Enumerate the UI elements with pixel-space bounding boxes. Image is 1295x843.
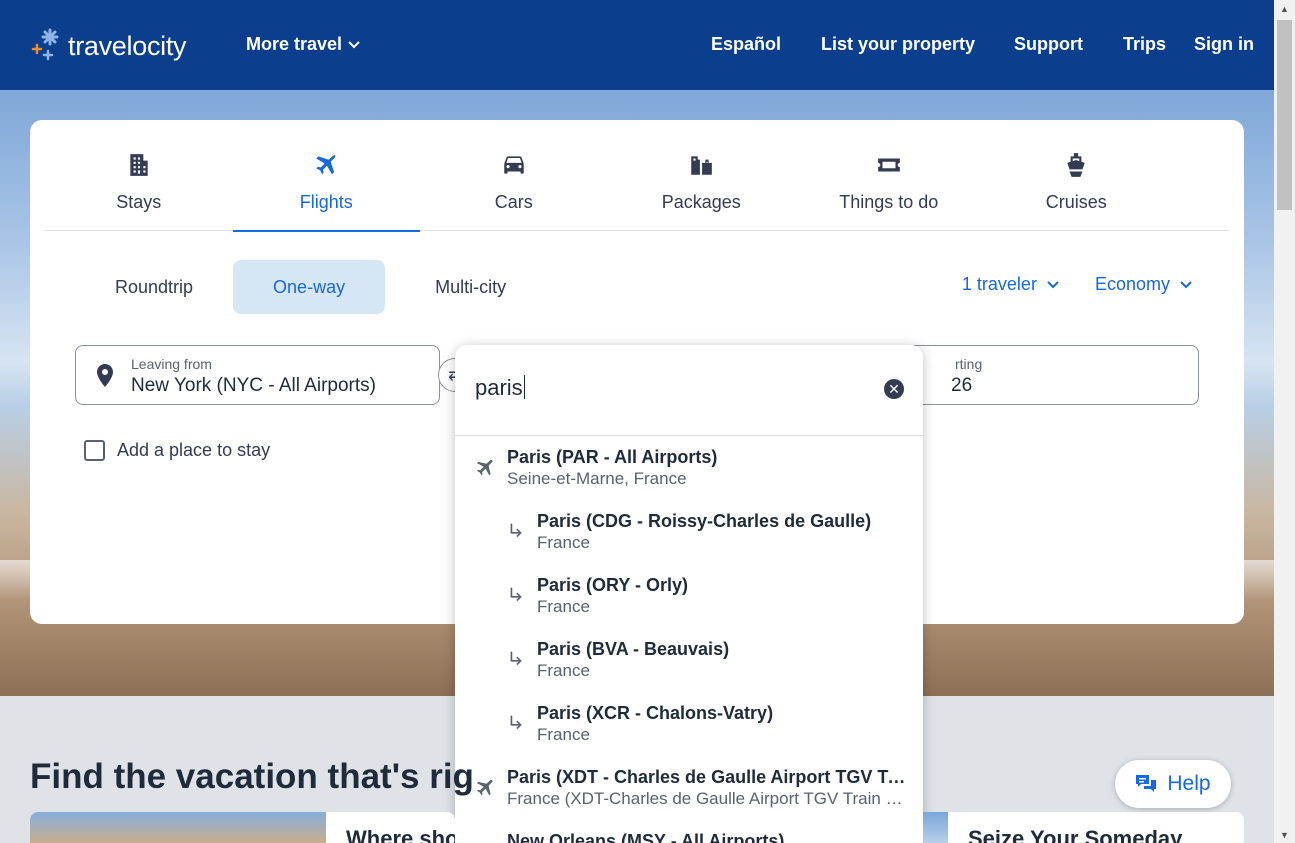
suggestion-item[interactable]: Paris (XDT - Charles de Gaulle Airport T… — [455, 756, 923, 820]
promo-image — [30, 812, 326, 843]
help-button[interactable]: Help — [1115, 760, 1231, 808]
close-icon: ✕ — [888, 380, 900, 397]
trip-multi-city[interactable]: Multi-city — [405, 260, 536, 314]
cabin-label: Economy — [1094, 274, 1170, 294]
tab-label: Cars — [494, 192, 533, 212]
car-icon — [504, 156, 524, 174]
chevron-down-icon — [1180, 280, 1192, 288]
building-icon — [130, 154, 148, 176]
suggestion-subtitle: France — [537, 597, 590, 616]
leaving-from-field[interactable]: Leaving from New York (NYC - All Airport… — [75, 345, 440, 405]
subdirectory-arrow-icon — [510, 715, 522, 730]
subdirectory-arrow-icon — [510, 523, 522, 538]
scroll-up-arrow-icon[interactable]: ▲ — [1274, 0, 1295, 17]
help-label: Help — [1167, 772, 1211, 795]
suggestion-item[interactable]: Paris (PAR - All Airports) Seine-et-Marn… — [455, 436, 923, 500]
tab-flights[interactable]: Flights — [232, 120, 421, 232]
suggestion-subtitle: Seine-et-Marne, France — [507, 469, 687, 488]
more-travel-label: More travel — [246, 34, 343, 54]
leaving-from-value: New York (NYC - All Airports) — [131, 375, 376, 396]
tab-things-to-do[interactable]: Things to do — [795, 120, 983, 231]
tab-label: Stays — [116, 192, 162, 212]
header-nav: Español List your property Support Trips… — [711, 34, 1254, 55]
passenger-options: 1 traveler Economy — [962, 274, 1192, 295]
plane-icon — [316, 154, 336, 175]
departing-date-field[interactable]: rting 26 — [890, 345, 1199, 405]
nav-espanol[interactable]: Español — [711, 34, 781, 55]
find-vacation-heading: Find the vacation that's rig — [30, 757, 474, 796]
going-to-input[interactable]: paris — [475, 375, 525, 401]
luggage-icon — [691, 156, 713, 175]
nav-support[interactable]: Support — [1014, 34, 1083, 55]
scroll-thumb[interactable] — [1277, 20, 1292, 210]
trip-roundtrip[interactable]: Roundtrip — [85, 260, 223, 314]
tab-label: Things to do — [839, 192, 939, 212]
tab-stays[interactable]: Stays — [45, 120, 233, 231]
tab-label: Flights — [299, 192, 353, 212]
promo-title: Seize Your Someday — [968, 826, 1183, 843]
suggestion-subtitle: France (XDT-Charles de Gaulle Airport TG… — [507, 789, 907, 808]
suggestion-item[interactable]: Paris (XCR - Chalons-Vatry) France — [455, 692, 923, 756]
chevron-down-icon — [1047, 280, 1059, 288]
travelers-select[interactable]: 1 traveler — [962, 274, 1059, 295]
suggestion-subtitle: France — [537, 725, 590, 744]
ship-icon — [1067, 153, 1085, 177]
leaving-from-label: Leaving from — [131, 356, 212, 372]
tab-cars[interactable]: Cars — [420, 120, 608, 231]
nav-list-property[interactable]: List your property — [821, 34, 975, 55]
tab-label: Packages — [661, 192, 741, 212]
cabin-select[interactable]: Economy — [1095, 274, 1192, 295]
nav-sign-in[interactable]: Sign in — [1194, 34, 1254, 55]
departing-value: 26 — [951, 375, 973, 396]
tab-label: Cruises — [1045, 192, 1107, 212]
chat-bubbles-icon — [1136, 775, 1157, 792]
going-to-input-row: paris ✕ — [455, 345, 923, 436]
promo-title: Where sho — [346, 826, 455, 843]
suggestion-title: Paris (XCR - Chalons-Vatry) — [537, 703, 774, 723]
promo-image — [923, 812, 948, 843]
plane-icon — [476, 779, 493, 796]
tab-cruises[interactable]: Cruises — [983, 120, 1171, 231]
travelocity-logo[interactable]: travelocity — [30, 24, 187, 68]
scroll-down-arrow-icon[interactable]: ▼ — [1274, 826, 1295, 843]
location-pin-icon — [97, 364, 113, 387]
trip-type-selector: Roundtrip One-way Multi-city — [85, 260, 536, 314]
suggestion-subtitle: France — [537, 661, 590, 680]
page-scrollbar[interactable]: ▲ ▼ — [1274, 0, 1295, 843]
clear-input-button[interactable]: ✕ — [884, 379, 904, 399]
suggestion-subtitle: France — [537, 533, 590, 552]
logo-text: travelocity — [68, 30, 187, 61]
suggestion-title: Paris (XDT - Charles de Gaulle Airport T… — [507, 767, 907, 787]
add-stay-checkbox[interactable] — [84, 440, 105, 461]
suggestion-item[interactable]: Paris (BVA - Beauvais) France — [455, 628, 923, 692]
nav-trips[interactable]: Trips — [1123, 34, 1166, 55]
tab-packages[interactable]: Packages — [608, 120, 796, 231]
trip-one-way[interactable]: One-way — [233, 260, 386, 314]
plane-icon — [476, 459, 493, 476]
chevron-down-icon — [348, 40, 360, 48]
suggestion-item[interactable]: Paris (CDG - Roissy-Charles de Gaulle) F… — [455, 500, 923, 564]
suggestion-title: New Orleans (MSY - All Airports) — [507, 831, 785, 843]
suggestion-item[interactable]: Paris (ORY - Orly) France — [455, 564, 923, 628]
departing-label: rting — [955, 356, 983, 372]
suggestion-title: Paris (PAR - All Airports) — [507, 447, 718, 467]
product-tabs: Stays Flights Cars Packages Things to do… — [45, 120, 1229, 232]
subdirectory-arrow-icon — [510, 587, 522, 602]
star-logo-icon — [31, 28, 59, 61]
more-travel-menu[interactable]: More travel — [246, 34, 360, 55]
add-stay-label: Add a place to stay — [117, 440, 271, 460]
subdirectory-arrow-icon — [510, 651, 522, 666]
travelers-label: 1 traveler — [961, 274, 1037, 294]
suggestion-title: Paris (BVA - Beauvais) — [537, 639, 730, 659]
suggestion-title: Paris (ORY - Orly) — [537, 575, 689, 595]
suggestion-item[interactable]: New Orleans (MSY - All Airports) — [455, 820, 923, 843]
ticket-icon — [877, 158, 900, 172]
suggestion-title: Paris (CDG - Roissy-Charles de Gaulle) — [537, 511, 872, 531]
promo-card-left[interactable]: Where sho — [30, 812, 455, 843]
promo-card-right[interactable]: Seize Your Someday — [923, 812, 1244, 843]
top-header: travelocity More travel Español List you… — [0, 0, 1274, 90]
going-to-dropdown: paris ✕ Paris (PAR - All Airports) Seine… — [455, 345, 923, 843]
add-stay-row[interactable]: Add a place to stay — [84, 440, 270, 461]
